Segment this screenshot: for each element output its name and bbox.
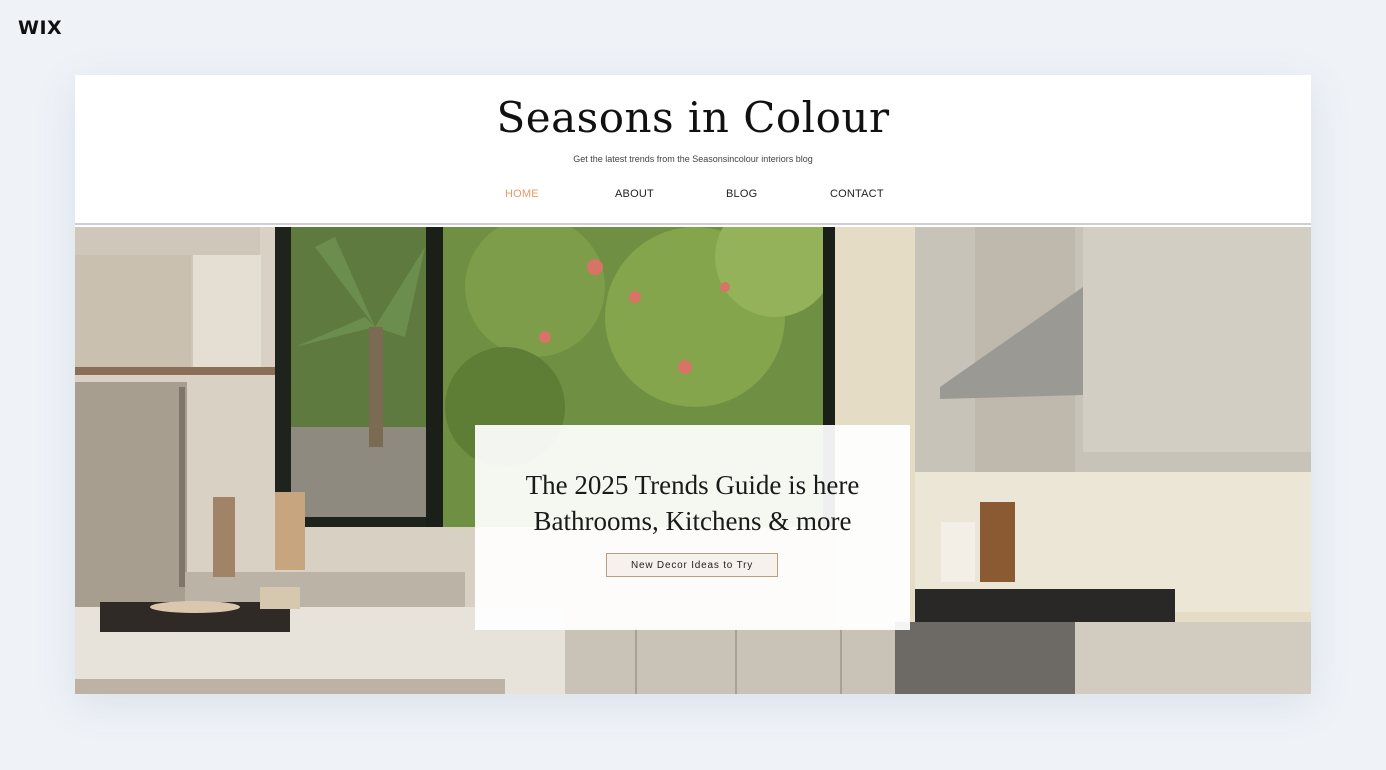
nav-item-contact[interactable]: CONTACT [830, 188, 884, 200]
hero-card: The 2025 Trends Guide is here Bathrooms,… [475, 425, 910, 630]
nav-item-home[interactable]: HOME [505, 188, 539, 200]
site-tagline: Get the latest trends from the Seasonsin… [573, 154, 813, 164]
site-header: Seasons in Colour Get the latest trends … [75, 75, 1311, 223]
wix-logo[interactable]: WIX [18, 17, 62, 39]
hero-section: The 2025 Trends Guide is here Bathrooms,… [75, 227, 1311, 694]
hero-headline-line1: The 2025 Trends Guide is here [525, 470, 860, 500]
decor-ideas-button[interactable]: New Decor Ideas to Try [606, 553, 778, 577]
header-divider [75, 223, 1311, 225]
nav-item-blog[interactable]: BLOG [726, 188, 757, 200]
nav-item-about[interactable]: ABOUT [615, 188, 654, 200]
hero-headline: The 2025 Trends Guide is here Bathrooms,… [475, 467, 910, 539]
hero-headline-line2: Bathrooms, Kitchens & more [533, 506, 852, 536]
site-title[interactable]: Seasons in Colour [75, 93, 1311, 142]
main-nav: HOME ABOUT BLOG CONTACT [75, 188, 1311, 204]
site-preview: Seasons in Colour Get the latest trends … [75, 75, 1311, 694]
